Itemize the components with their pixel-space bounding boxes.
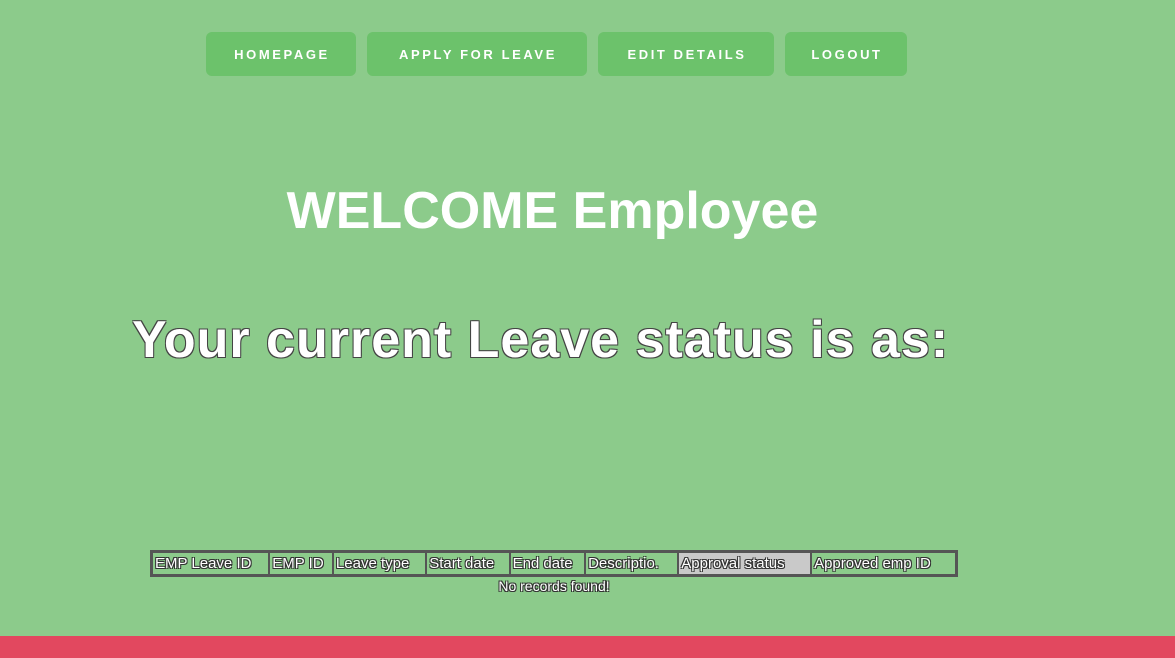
table-header-row: EMP Leave ID EMP ID Leave type Start dat…: [152, 552, 956, 575]
column-header-emp-leave-id: EMP Leave ID: [152, 552, 270, 575]
column-header-leave-type: Leave type: [332, 552, 427, 575]
welcome-title: WELCOME Employee: [286, 182, 819, 240]
leave-table: EMP Leave ID EMP ID Leave type Start dat…: [150, 550, 958, 577]
top-nav: HOMEPAGE APPLY FOR LEAVE EDIT DETAILS LO…: [206, 32, 907, 76]
column-header-start-date: Start date: [426, 552, 510, 575]
leave-status-heading: Your current Leave status is as:: [132, 311, 950, 369]
column-header-emp-id: EMP ID: [269, 552, 333, 575]
logout-button[interactable]: LOGOUT: [785, 32, 907, 76]
column-header-approval-status: Approval status: [678, 552, 812, 575]
column-header-approved-emp-id: Approved emp ID: [811, 552, 956, 575]
homepage-button[interactable]: HOMEPAGE: [206, 32, 356, 76]
no-records-message: No records found!: [498, 578, 610, 594]
edit-details-button[interactable]: EDIT DETAILS: [598, 32, 774, 76]
footer-bar: [0, 636, 1175, 658]
leave-table-container: EMP Leave ID EMP ID Leave type Start dat…: [150, 550, 958, 594]
column-header-description: Descriptio.: [585, 552, 679, 575]
column-header-end-date: End date: [509, 552, 586, 575]
apply-for-leave-button[interactable]: APPLY FOR LEAVE: [367, 32, 587, 76]
